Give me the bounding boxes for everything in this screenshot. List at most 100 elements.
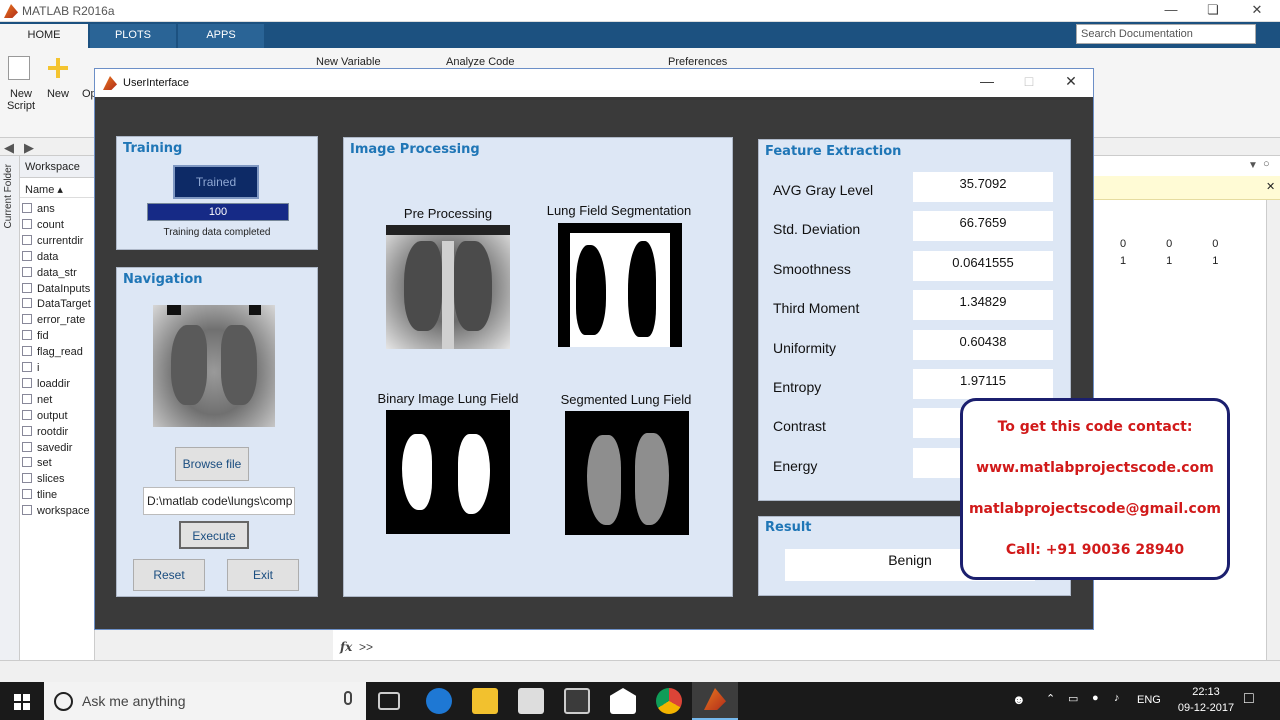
battery-icon[interactable]: ▭: [1068, 692, 1078, 705]
ui-close-icon[interactable]: ✕: [1051, 73, 1091, 93]
matlab-taskbar-button[interactable]: [692, 682, 738, 720]
close-icon[interactable]: ✕: [1242, 2, 1272, 20]
cortana-search-box[interactable]: Ask me anything: [44, 682, 366, 720]
variable-name: ans: [37, 203, 55, 215]
binary-image: [386, 410, 510, 534]
workspace-variable[interactable]: data_str: [22, 266, 97, 283]
command-scrollbar[interactable]: [1266, 200, 1280, 660]
tab-plots[interactable]: PLOTS: [90, 24, 176, 48]
workspace-variable[interactable]: DataInputs: [22, 282, 97, 299]
back-icon[interactable]: ◀: [4, 140, 14, 156]
workspace-variable[interactable]: flag_read: [22, 346, 97, 362]
maximize-icon[interactable]: ❏: [1198, 2, 1228, 20]
preferences-button[interactable]: Preferences: [668, 56, 727, 68]
feature-value: 1.97115: [913, 369, 1053, 399]
dropdown-icon[interactable]: ▼: [1248, 160, 1258, 171]
volume-icon[interactable]: ♪: [1114, 692, 1120, 704]
matrix-row-1: 0 0 0: [1120, 238, 1218, 250]
variable-icon: [22, 346, 32, 357]
workspace-variable[interactable]: net: [22, 393, 97, 410]
command-prompt[interactable]: fx >>: [340, 640, 373, 654]
workspace-variable[interactable]: ans: [22, 203, 97, 219]
variable-icon: [22, 441, 32, 452]
workspace-variable[interactable]: workspace: [22, 505, 97, 521]
new-button[interactable]: New: [44, 88, 72, 100]
workspace-variable[interactable]: error_rate: [22, 314, 97, 330]
workspace-variable[interactable]: set: [22, 457, 97, 473]
search-documentation-input[interactable]: Search Documentation: [1076, 24, 1256, 44]
contact-email: matlabprojectscode@gmail.com: [968, 501, 1222, 517]
workspace-variable[interactable]: DataTarget: [22, 298, 97, 314]
chrome-icon[interactable]: [656, 688, 682, 714]
ui-maximize-icon[interactable]: □: [1009, 73, 1049, 93]
file-path-input[interactable]: D:\matlab code\lungs\comp: [143, 487, 295, 515]
people-icon[interactable]: ☻: [1012, 692, 1026, 707]
fx-icon: fx: [340, 640, 353, 654]
variable-name: workspace: [37, 505, 90, 518]
workspace-variable[interactable]: currentdir: [22, 234, 97, 251]
workspace-variable[interactable]: output: [22, 409, 97, 426]
new-script-button[interactable]: New Script: [4, 88, 38, 112]
workspace-variable[interactable]: fid: [22, 330, 97, 346]
settings-icon[interactable]: ○: [1263, 158, 1270, 170]
feature-value: 35.7092: [913, 172, 1053, 202]
tray-expand-icon[interactable]: ⌃: [1046, 692, 1055, 705]
clock-time[interactable]: 22:13: [1182, 686, 1230, 698]
navigation-title: Navigation: [123, 272, 203, 287]
variable-name: loaddir: [37, 377, 71, 390]
pre-processing-image: [386, 225, 510, 349]
training-status: Training data completed: [163, 227, 271, 238]
forward-icon[interactable]: ▶: [24, 140, 34, 156]
ui-minimize-icon[interactable]: —: [967, 73, 1007, 93]
variable-name: output: [37, 409, 68, 422]
variable-icon: [22, 266, 32, 277]
caption-binary-image-lung-field: Binary Image Lung Field: [377, 391, 519, 406]
store-icon[interactable]: [518, 688, 544, 714]
workspace-variable[interactable]: savedir: [22, 441, 97, 458]
variable-icon: [22, 330, 32, 341]
training-title: Training: [123, 141, 183, 156]
workspace-variable[interactable]: count: [22, 218, 97, 235]
variable-name: savedir: [37, 441, 73, 454]
notifications-icon[interactable]: □: [1244, 690, 1254, 708]
ui-window-title: UserInterface: [123, 77, 190, 89]
windows-start-icon[interactable]: [14, 694, 30, 710]
mail-icon[interactable]: [610, 688, 636, 714]
close-info-icon[interactable]: ✕: [1266, 180, 1275, 193]
analyze-code-button[interactable]: Analyze Code: [446, 56, 515, 68]
workspace-variable[interactable]: slices: [22, 473, 97, 489]
microphone-icon[interactable]: [344, 691, 352, 705]
tab-home[interactable]: HOME: [0, 24, 88, 48]
cell: 1: [1166, 255, 1173, 267]
variable-icon: [22, 234, 32, 245]
edge-icon[interactable]: [426, 688, 452, 714]
new-variable-button[interactable]: New Variable: [316, 56, 381, 68]
exit-button[interactable]: Exit: [227, 559, 299, 591]
clock-date[interactable]: 09-12-2017: [1172, 702, 1240, 714]
current-folder-tab[interactable]: Current Folder: [0, 156, 20, 660]
browse-file-button[interactable]: Browse file: [175, 447, 249, 481]
wifi-icon[interactable]: ●: [1092, 692, 1099, 704]
reset-button[interactable]: Reset: [133, 559, 205, 591]
workspace-variable[interactable]: data: [22, 250, 97, 267]
matlab-logo-icon: [4, 4, 18, 18]
workspace-variable[interactable]: rootdir: [22, 425, 97, 442]
execute-button[interactable]: Execute: [179, 521, 249, 549]
workspace-variable[interactable]: i: [22, 362, 97, 378]
app-icon[interactable]: [564, 688, 590, 714]
workspace-panel: Current Folder Workspace Name ▴ ans count…: [0, 156, 95, 660]
trained-button[interactable]: Trained: [173, 165, 259, 199]
name-column-header[interactable]: Name ▴: [20, 180, 95, 198]
language-indicator[interactable]: ENG: [1137, 694, 1161, 706]
feature-value: 0.0641555: [913, 250, 1053, 281]
file-explorer-icon[interactable]: [472, 688, 498, 714]
tab-apps[interactable]: APPS: [178, 24, 264, 48]
variable-icon: [22, 409, 32, 420]
minimize-icon[interactable]: —: [1156, 2, 1186, 20]
workspace-variable[interactable]: loaddir: [22, 377, 97, 394]
matlab-title-bar: MATLAB R2016a — ❏ ✕: [0, 0, 1280, 22]
feature-label: Std. Deviation: [773, 221, 861, 238]
workspace-variable[interactable]: tline: [22, 489, 97, 505]
variable-name: data: [37, 250, 59, 263]
task-view-icon[interactable]: [378, 692, 400, 710]
